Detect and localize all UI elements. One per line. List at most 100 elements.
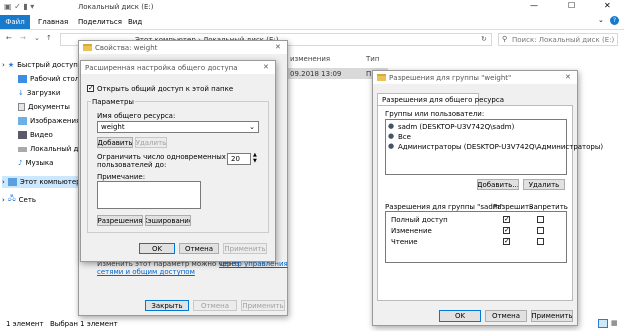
user-limit-input[interactable]: 20 — [227, 153, 251, 165]
back-icon[interactable]: ← — [6, 34, 12, 42]
permissions-titlebar: Разрешения для группы "weight" ✕ — [373, 71, 577, 84]
apply-button[interactable]: Применить — [241, 300, 285, 311]
nav-documents[interactable]: Документы — [18, 103, 70, 111]
deny-read-checkbox[interactable] — [537, 238, 544, 245]
nav-desktop[interactable]: Рабочий стол — [18, 75, 79, 83]
properties-titlebar: Свойства: weight ✕ — [79, 41, 287, 54]
ok-button[interactable]: OK — [139, 243, 175, 254]
share-name-select[interactable]: weight ⌄ — [97, 121, 259, 133]
advanced-sharing-dialog: Расширенная настройка общего доступа ✕ ✓… — [80, 60, 276, 262]
share-name-label: Имя общего ресурса: — [97, 112, 176, 120]
folder-icon — [83, 44, 92, 51]
list-item[interactable]: ● sadm (DESKTOP-U3V742Q\sadm) — [387, 122, 565, 131]
cancel-button[interactable]: Отмена — [179, 243, 219, 254]
caching-button[interactable]: Кэширование — [145, 215, 191, 226]
column-headers: изменения Тип — [290, 52, 624, 66]
permissions-title: Разрешения для группы "weight" — [389, 74, 512, 82]
expand-icon: › — [2, 61, 5, 69]
perm-full-label: Полный доступ — [391, 216, 448, 224]
tiles-view-icon[interactable]: ▦ — [611, 319, 618, 327]
allow-header: Разрешить — [493, 203, 534, 211]
video-icon — [18, 131, 27, 139]
star-icon: ★ — [7, 61, 15, 69]
list-item[interactable]: ● Все — [387, 132, 565, 141]
download-icon: ↓ — [18, 89, 24, 97]
column-date[interactable]: изменения — [290, 55, 330, 63]
ribbon-expand-icon[interactable]: ⌄ — [598, 16, 604, 24]
nav-quick-access[interactable]: › ★ Быстрый доступ — [2, 61, 78, 69]
note-textarea[interactable] — [97, 181, 201, 209]
music-icon: ♪ — [18, 159, 23, 167]
row-date: 09.2018 13:09 — [290, 70, 342, 78]
add-button[interactable]: Добавить — [97, 137, 133, 148]
share-checkbox-label[interactable]: Открыть общий доступ к этой папке — [97, 85, 233, 93]
nav-videos[interactable]: Видео — [18, 131, 53, 139]
row-type: П — [366, 70, 372, 78]
window-title: Локальный диск (E:) — [78, 3, 154, 11]
perm-change-label: Изменение — [391, 227, 432, 235]
search-input[interactable]: Поиск: Локальный диск (E:) — [512, 36, 614, 44]
remove-user-button[interactable]: Удалить — [523, 179, 565, 190]
allow-change-checkbox[interactable]: ✓ — [503, 227, 510, 234]
tab-home[interactable]: Главная — [38, 18, 68, 26]
help-icon[interactable]: ? — [610, 16, 619, 25]
permissions-dialog: Разрешения для группы "weight" ✕ Разреше… — [372, 70, 603, 326]
apply-button[interactable]: Применить — [531, 310, 573, 322]
advanced-titlebar: Расширенная настройка общего доступа ✕ — [81, 61, 275, 74]
close-icon[interactable]: ✕ — [263, 63, 269, 71]
ok-button[interactable]: OK — [439, 310, 481, 322]
share-checkbox[interactable]: ✓ — [87, 85, 94, 92]
nav-network[interactable]: › 🖧 Сеть — [2, 194, 36, 205]
status-selected: Выбран 1 элемент — [50, 320, 118, 328]
remove-button[interactable]: Удалить — [135, 137, 167, 148]
cancel-button[interactable]: Отмена — [193, 300, 237, 311]
document-icon — [18, 103, 25, 111]
refresh-icon[interactable]: ↻ — [481, 35, 487, 43]
search-box[interactable]: Поиск: Локальный диск (E:) ⚲ — [498, 33, 618, 46]
close-icon[interactable]: ✕ — [604, 1, 611, 10]
allow-read-checkbox[interactable]: ✓ — [503, 238, 510, 245]
group-label: Группы или пользователи: — [385, 110, 485, 118]
permissions-table-label: Разрешения для группы "sadm" — [385, 203, 503, 211]
tab-file[interactable]: Файл — [0, 15, 30, 29]
close-icon[interactable]: ✕ — [565, 73, 571, 81]
nav-this-pc[interactable]: › Этот компьютер — [2, 176, 82, 188]
deny-full-checkbox[interactable] — [537, 216, 544, 223]
expand-icon: › — [2, 195, 5, 204]
users-list[interactable]: ● sadm (DESKTOP-U3V742Q\sadm) ● Все ● Ад… — [385, 119, 603, 175]
up-icon[interactable]: ↑ — [46, 34, 52, 42]
recent-icon[interactable]: ⌄ — [34, 34, 40, 42]
nav-downloads[interactable]: ↓ Загрузки — [18, 89, 60, 97]
tab-share-permissions[interactable]: Разрешения для общего ресурса — [377, 93, 504, 105]
params-label: Параметры — [91, 98, 135, 106]
group-icon: ● — [388, 132, 395, 140]
list-item[interactable]: ● Администраторы (DESKTOP-U3V742Q\Админи… — [387, 142, 603, 151]
nav-pictures[interactable]: Изображения — [18, 117, 80, 125]
permissions-button[interactable]: Разрешения — [97, 215, 143, 226]
sharing-center-link[interactable]: сетями и общим доступом — [97, 268, 195, 276]
computer-icon — [7, 178, 17, 186]
cancel-button[interactable]: Отмена — [485, 310, 527, 322]
user-icon: ● — [388, 122, 395, 130]
deny-change-checkbox[interactable] — [537, 227, 544, 234]
tab-view[interactable]: Вид — [128, 18, 142, 26]
close-icon[interactable]: ✕ — [275, 43, 281, 51]
limit-label-line1: Ограничить число одновременных — [97, 153, 226, 161]
column-type[interactable]: Тип — [366, 55, 379, 63]
folder-icon — [377, 74, 386, 81]
details-view-icon[interactable] — [598, 319, 608, 328]
add-user-button[interactable]: Добавить... — [477, 179, 519, 190]
properties-title: Свойства: weight — [95, 44, 158, 52]
minimize-icon[interactable]: — — [530, 1, 538, 10]
tab-share[interactable]: Поделиться — [78, 18, 122, 26]
apply-button[interactable]: Применить — [223, 243, 267, 254]
limit-label-line2: пользователей до: — [97, 161, 167, 169]
nav-music[interactable]: ♪ Музыка — [18, 159, 53, 167]
maximize-icon[interactable]: ☐ — [568, 1, 575, 10]
spinner-icon[interactable]: ▲ ▼ — [253, 152, 257, 164]
close-button[interactable]: Закрыть — [145, 300, 189, 311]
allow-full-checkbox[interactable]: ✓ — [503, 216, 510, 223]
drive-icon — [18, 146, 27, 152]
nav-pane: › ★ Быстрый доступ Рабочий стол ↓ Загрузки … — [0, 52, 91, 316]
forward-icon[interactable]: → — [20, 34, 26, 42]
